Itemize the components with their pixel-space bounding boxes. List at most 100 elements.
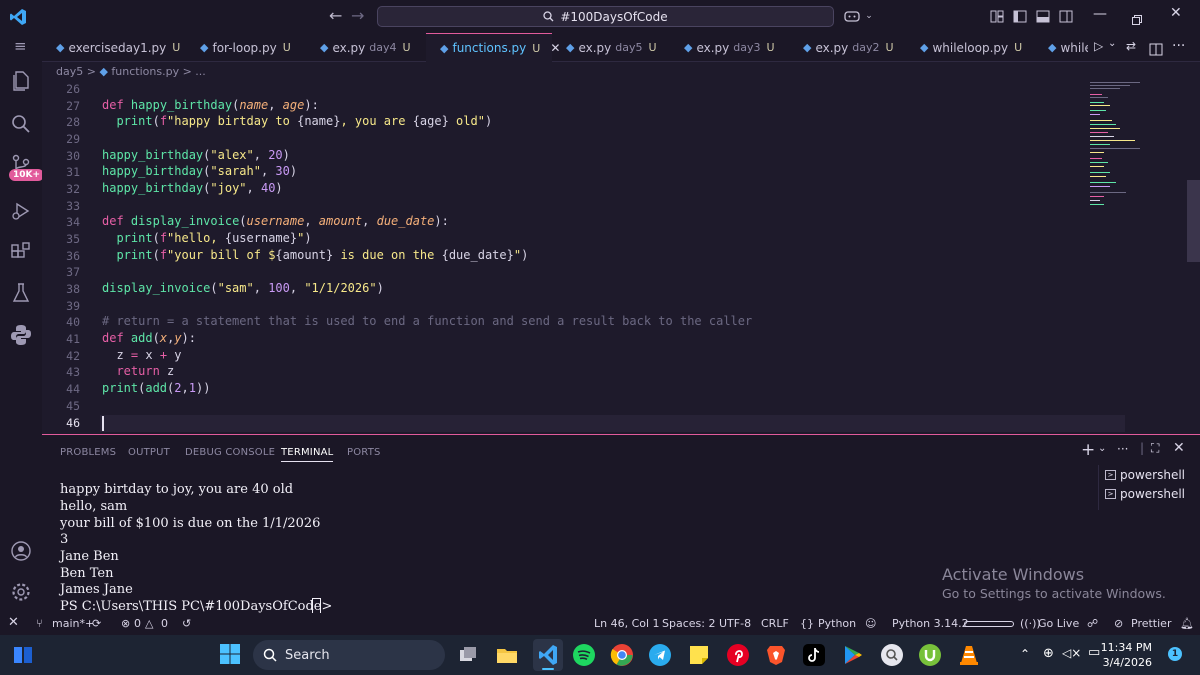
tab-output[interactable]: OUTPUT [128, 447, 170, 458]
python-icon[interactable] [9, 323, 33, 347]
run-python-file-icon[interactable]: ▷ [1094, 39, 1103, 53]
maximize-panel-icon[interactable]: ⛶ [1151, 441, 1159, 456]
widgets-icon[interactable] [12, 644, 34, 666]
chevron-down-icon[interactable]: ⌄ [860, 7, 878, 25]
spotify-icon[interactable] [572, 643, 596, 667]
tab-exerciseday1[interactable]: ◆ exerciseday1.py U [56, 33, 180, 62]
extensions-icon[interactable] [9, 240, 33, 264]
menu-icon[interactable]: ≡ [14, 37, 27, 55]
toggle-secondary-sidebar-icon[interactable] [1057, 7, 1075, 25]
restore-icon[interactable] [1132, 10, 1142, 25]
prettier-status[interactable]: Prettier [1131, 617, 1171, 630]
line-number: 43 [66, 365, 80, 379]
breadcrumb-ellipsis[interactable]: ... [195, 65, 206, 78]
more-actions-icon[interactable]: ··· [1172, 38, 1185, 54]
tab-ex-day2[interactable]: ◆ ex.py day2 U [803, 33, 894, 62]
tab-ex-day4[interactable]: ◆ ex.py day4 U [320, 33, 411, 62]
account-icon[interactable] [9, 539, 33, 563]
clock-date[interactable]: 3/4/2026 [1103, 656, 1152, 669]
language-globe-icon[interactable]: ⊕ [1043, 646, 1054, 661]
tray-chevron-up-icon[interactable]: ⌃ [1020, 647, 1030, 661]
windows-start-icon[interactable] [219, 643, 243, 667]
activate-windows-subtitle: Go to Settings to activate Windows. [942, 586, 1166, 601]
pinterest-icon[interactable] [726, 643, 750, 667]
language-mode[interactable]: Python [818, 617, 856, 630]
terminal-prompt[interactable]: PS C:\Users\THIS PC\#100DaysOfCode> [60, 599, 337, 614]
new-terminal-button[interactable]: + [1081, 440, 1095, 460]
chrome-icon[interactable] [610, 643, 634, 667]
telegram-icon[interactable] [648, 643, 672, 667]
minimize-icon[interactable]: — [1093, 6, 1107, 22]
python-interpreter[interactable]: Python 3.14.2 [892, 617, 969, 630]
more-actions-icon[interactable]: ··· [1117, 442, 1128, 456]
tab-while-truncated[interactable]: ◆while [1048, 33, 1088, 62]
toggle-panel-icon[interactable] [1034, 7, 1052, 25]
notification-count[interactable]: 1 [1168, 647, 1182, 661]
remote-icon[interactable]: ✕ [8, 615, 19, 630]
tab-problems[interactable]: PROBLEMS [60, 447, 116, 458]
toggle-sidebar-icon[interactable] [1011, 7, 1029, 25]
taskbar-search[interactable]: Search [253, 640, 445, 670]
copilot-icon[interactable] [843, 7, 861, 25]
go-live-button[interactable]: Go Live [1038, 617, 1079, 630]
file-explorer-icon[interactable] [495, 643, 519, 667]
command-search-box[interactable]: #100DaysOfCode [377, 6, 834, 27]
vlc-icon[interactable] [957, 643, 981, 667]
compare-changes-icon[interactable]: ⇄ [1126, 39, 1136, 53]
tab-close-icon[interactable]: ✕ [550, 41, 560, 55]
search-icon[interactable] [9, 112, 33, 136]
customize-layout-icon[interactable] [988, 7, 1006, 25]
close-icon[interactable]: ✕ [1170, 5, 1182, 21]
editor-scrollbar[interactable] [1187, 180, 1200, 262]
accounts-icon[interactable]: ☍ [1087, 617, 1098, 630]
git-branch[interactable]: main*+ [52, 617, 94, 630]
sticky-notes-icon[interactable] [687, 643, 711, 667]
battery-icon[interactable]: ▭ [1088, 645, 1100, 660]
breadcrumb-folder[interactable]: day5 [56, 65, 83, 78]
code-line: z = x + y [102, 348, 182, 362]
tiktok-icon[interactable] [802, 643, 826, 667]
cursor-position[interactable]: Ln 46, Col 1 [594, 617, 660, 630]
back-arrow-icon[interactable]: ← [329, 6, 342, 25]
error-count[interactable]: 0 [134, 617, 141, 630]
tab-terminal[interactable]: TERMINAL [281, 447, 334, 462]
tab-for-loop[interactable]: ◆ for-loop.py U [200, 33, 291, 62]
tab-whileloop[interactable]: ◆ whileloop.py U [920, 33, 1022, 62]
run-chevron-down-icon[interactable]: ⌄ [1108, 38, 1116, 49]
sync-icon[interactable]: ⟳ [92, 617, 101, 630]
tab-ports[interactable]: PORTS [347, 447, 381, 458]
tab-debug-console[interactable]: DEBUG CONSOLE [185, 447, 275, 458]
play-store-icon[interactable] [841, 643, 865, 667]
tab-ex-day5[interactable]: ◆ ex.py day5 U [566, 33, 657, 62]
line-ending[interactable]: CRLF [761, 617, 789, 630]
code-editor[interactable]: 26 27 28 29 30 31 32 33 34 35 36 37 38 3… [42, 80, 1200, 434]
terminal-profile-chevron-icon[interactable]: ⌄ [1098, 443, 1106, 454]
volume-muted-icon[interactable]: ◁× [1062, 646, 1081, 660]
encoding[interactable]: UTF-8 [719, 617, 751, 630]
notifications-bell-icon[interactable]: 🔔︎ [1180, 617, 1194, 630]
close-panel-icon[interactable]: ✕ [1173, 440, 1185, 456]
brave-icon[interactable] [764, 643, 788, 667]
breadcrumb-file[interactable]: functions.py [111, 65, 179, 78]
copilot-icon[interactable]: ☺ [865, 617, 876, 630]
tab-ex-day3[interactable]: ◆ ex.py day3 U [684, 33, 775, 62]
indentation[interactable]: Spaces: 2 [662, 617, 715, 630]
settings-gear-icon[interactable] [9, 580, 33, 604]
task-view-icon[interactable] [456, 643, 480, 667]
vscode-taskbar-icon[interactable] [533, 639, 563, 671]
terminal-instance[interactable]: > powershell [1105, 487, 1185, 501]
history-icon[interactable]: ↺ [182, 617, 191, 630]
tab-functions[interactable]: ◆ functions.py U ✕ [426, 33, 560, 62]
testing-flask-icon[interactable] [9, 281, 33, 305]
utorrent-icon[interactable] [918, 643, 942, 667]
run-debug-icon[interactable] [9, 199, 33, 223]
terminal-instance[interactable]: > powershell [1105, 468, 1185, 482]
warning-count[interactable]: 0 [161, 617, 168, 630]
line-number: 26 [66, 82, 80, 96]
app-search-icon[interactable] [880, 643, 904, 667]
minimap[interactable] [1090, 80, 1170, 210]
clock-time[interactable]: 11:34 PM [1101, 641, 1152, 654]
split-editor-icon[interactable] [1149, 41, 1163, 60]
forward-arrow-icon[interactable]: → [351, 6, 364, 25]
explorer-icon[interactable] [9, 69, 33, 93]
